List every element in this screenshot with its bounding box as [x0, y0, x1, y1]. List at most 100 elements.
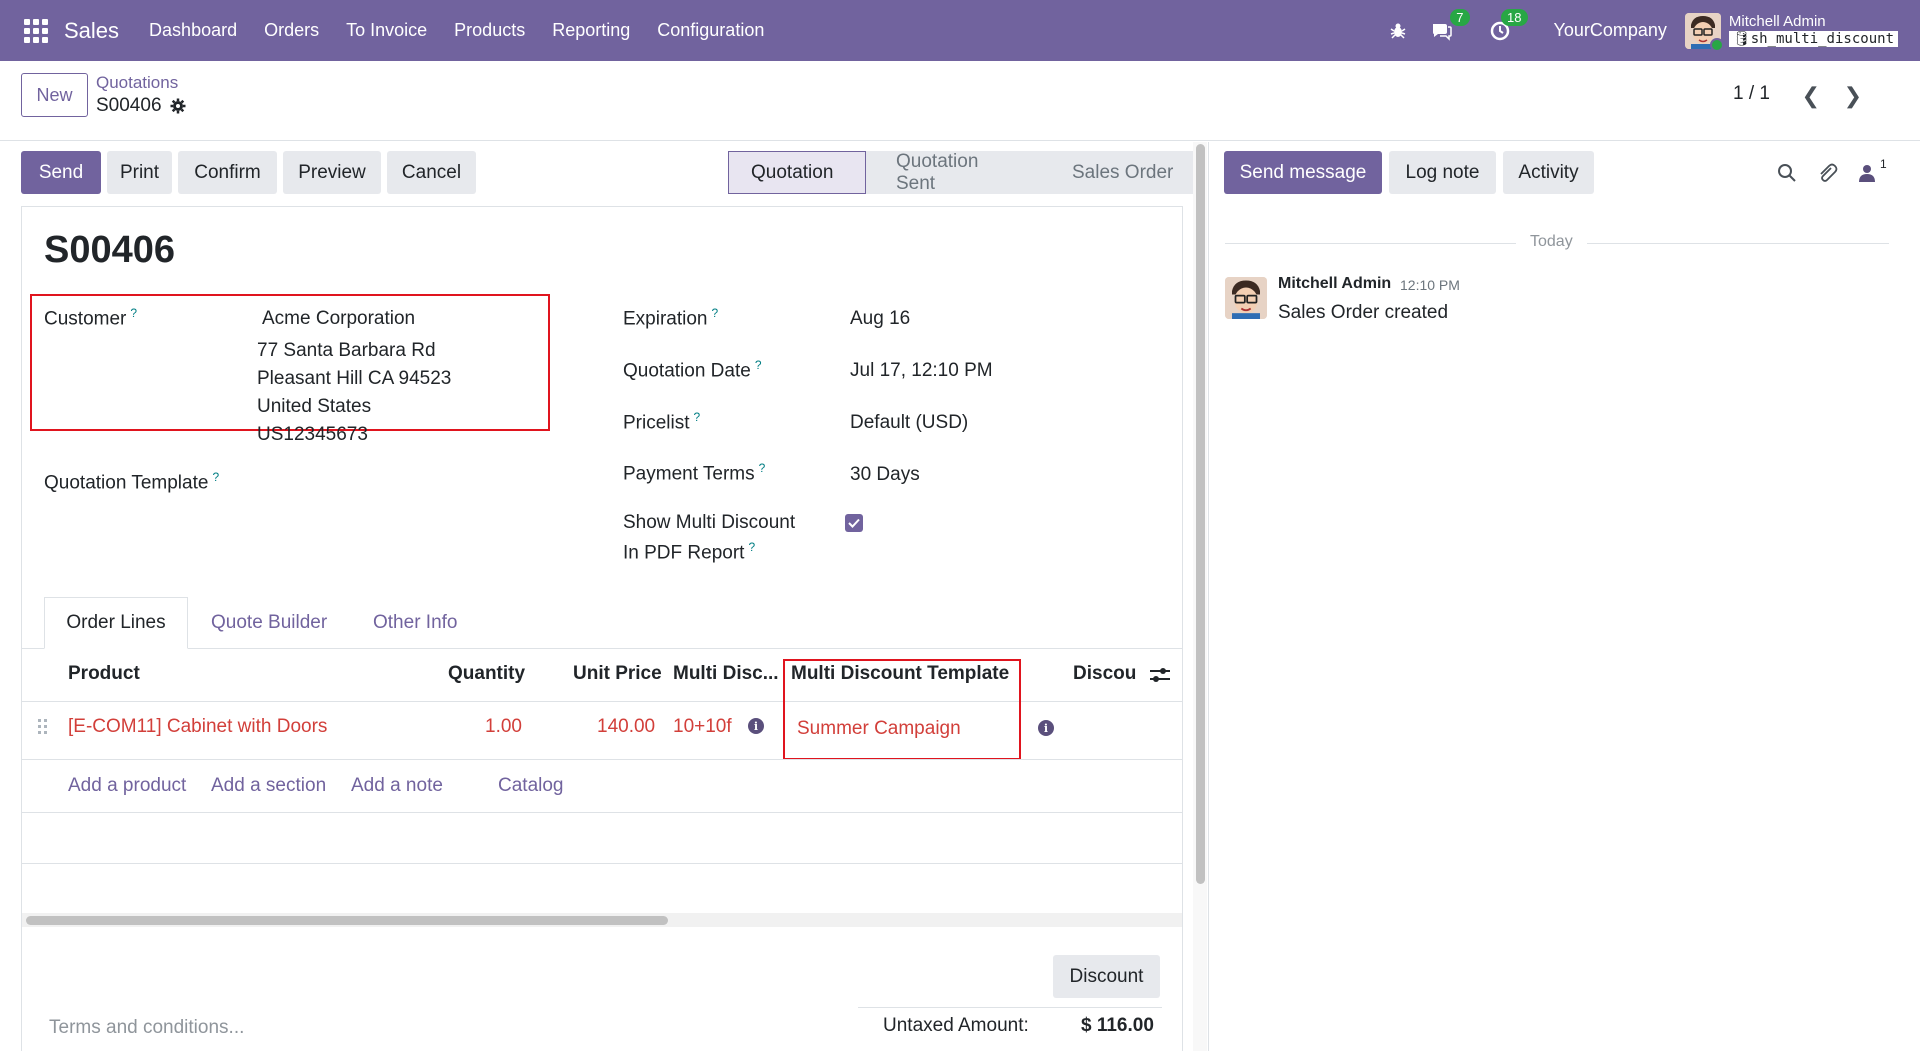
customer-name[interactable]: Acme Corporation: [262, 308, 415, 330]
stage-quotation[interactable]: Quotation: [728, 151, 866, 194]
search-icon[interactable]: [1776, 162, 1798, 184]
expiration-label: Expiration?: [623, 306, 718, 330]
customer-address-line-2: Pleasant Hill CA 94523: [257, 368, 452, 389]
confirm-button[interactable]: Confirm: [178, 151, 277, 194]
show-multi-discount-checkbox[interactable]: [845, 514, 863, 532]
optional-columns-toggle-icon[interactable]: [1149, 665, 1171, 685]
stage-sales-order[interactable]: Sales Order: [1042, 151, 1201, 194]
catalog-link[interactable]: Catalog: [498, 775, 564, 797]
followers-user-icon[interactable]: [1856, 162, 1878, 184]
expiration-field[interactable]: Aug 16: [850, 308, 910, 330]
help-icon[interactable]: ?: [759, 461, 766, 475]
line-multi-discount[interactable]: 10+10f: [673, 716, 732, 738]
info-icon[interactable]: i: [748, 718, 764, 734]
help-icon[interactable]: ?: [755, 358, 762, 372]
apps-menu-icon[interactable]: [24, 18, 48, 43]
menu-products[interactable]: Products: [454, 20, 525, 41]
help-icon[interactable]: ?: [212, 470, 219, 484]
info-icon[interactable]: i: [1038, 720, 1054, 736]
gear-icon[interactable]: [170, 98, 186, 114]
send-message-button[interactable]: Send message: [1224, 151, 1382, 194]
quotation-date-label-text: Quotation Date: [623, 360, 751, 382]
record-name: S00406: [96, 95, 162, 116]
customer-vat: US12345673: [257, 424, 368, 445]
debug-bug-icon[interactable]: [1386, 19, 1410, 43]
messages-icon[interactable]: 7: [1430, 8, 1470, 43]
menu-configuration[interactable]: Configuration: [657, 20, 764, 41]
menu-dashboard[interactable]: Dashboard: [149, 20, 237, 41]
payment-terms-label-text: Payment Terms: [623, 463, 755, 485]
send-button[interactable]: Send: [21, 151, 101, 194]
line-quantity[interactable]: 1.00: [485, 716, 522, 738]
column-multi-disc[interactable]: Multi Disc...: [673, 663, 779, 685]
menu-orders[interactable]: Orders: [264, 20, 319, 41]
print-button[interactable]: Print: [107, 151, 172, 194]
add-note-link[interactable]: Add a note: [351, 775, 443, 797]
tabs-divider: [22, 648, 1182, 649]
quotation-template-label-text: Quotation Template: [44, 472, 209, 494]
message-author-avatar: [1225, 277, 1267, 319]
activities-badge: 18: [1501, 8, 1528, 26]
company-switcher[interactable]: YourCompany: [1554, 20, 1667, 41]
control-panel: New Quotations S00406 1 / 1 ❮ ❯: [0, 61, 1920, 141]
record-name-breadcrumb: S00406: [96, 95, 186, 117]
table-horizontal-scrollbar[interactable]: [22, 913, 1182, 927]
customer-address-line-1: 77 Santa Barbara Rd: [257, 340, 436, 361]
main-menu: Dashboard Orders To Invoice Products Rep…: [149, 20, 764, 41]
help-icon[interactable]: ?: [694, 410, 701, 424]
message-body: Sales Order created: [1278, 302, 1449, 323]
pager-value[interactable]: 1 / 1: [1733, 83, 1770, 105]
menu-reporting[interactable]: Reporting: [552, 20, 630, 41]
preview-button[interactable]: Preview: [283, 151, 381, 194]
quotation-date-label: Quotation Date?: [623, 358, 762, 382]
add-product-link[interactable]: Add a product: [68, 775, 186, 797]
activities-clock-icon[interactable]: 18: [1488, 8, 1528, 43]
drag-handle-icon[interactable]: [38, 719, 47, 734]
pager-next-icon[interactable]: ❯: [1844, 83, 1862, 109]
quotation-date-field[interactable]: Jul 17, 12:10 PM: [850, 360, 993, 382]
breadcrumb-quotations[interactable]: Quotations: [96, 73, 178, 93]
tab-quote-builder[interactable]: Quote Builder: [211, 597, 327, 649]
status-bar: Quotation Quotation Sent Sales Order: [728, 151, 1201, 194]
column-discount[interactable]: Discour: [1073, 663, 1137, 685]
column-product[interactable]: Product: [68, 663, 140, 685]
user-avatar[interactable]: [1684, 12, 1724, 52]
line-multi-discount-template[interactable]: Summer Campaign: [797, 718, 961, 740]
new-button[interactable]: New: [21, 73, 88, 117]
help-icon[interactable]: ?: [130, 306, 137, 320]
table-scroll-thumb[interactable]: [26, 916, 668, 925]
line-product[interactable]: [E-COM11] Cabinet with Doors: [68, 716, 327, 738]
column-unit-price[interactable]: Unit Price: [573, 663, 662, 685]
expiration-label-text: Expiration: [623, 308, 708, 330]
user-menu[interactable]: Mitchell Admin 🛢sh_multi_discount: [1728, 14, 1898, 48]
today-label: Today: [1516, 233, 1587, 251]
stage-quotation-sent[interactable]: Quotation Sent: [866, 151, 1042, 194]
app-name[interactable]: Sales: [64, 18, 119, 44]
customer-address-line-3: United States: [257, 396, 372, 417]
table-row-divider: [22, 812, 1182, 813]
show-multi-discount-label-line2-text: In PDF Report: [623, 542, 745, 564]
tab-other-info[interactable]: Other Info: [373, 597, 458, 649]
form-scroll-thumb[interactable]: [1196, 144, 1205, 884]
help-icon[interactable]: ?: [748, 540, 755, 554]
column-quantity[interactable]: Quantity: [448, 663, 525, 685]
tab-order-lines[interactable]: Order Lines: [44, 597, 188, 649]
payment-terms-field[interactable]: 30 Days: [850, 464, 920, 486]
discount-button[interactable]: Discount: [1053, 955, 1160, 998]
add-section-link[interactable]: Add a section: [211, 775, 326, 797]
form-vertical-scrollbar[interactable]: [1193, 142, 1207, 1051]
pricelist-field[interactable]: Default (USD): [850, 412, 968, 434]
log-note-button[interactable]: Log note: [1389, 151, 1496, 194]
database-name: 🛢sh_multi_discount: [1728, 30, 1898, 48]
table-row-divider: [22, 863, 1182, 864]
activity-button[interactable]: Activity: [1503, 151, 1594, 194]
menu-to-invoice[interactable]: To Invoice: [346, 20, 427, 41]
attachment-paperclip-icon[interactable]: [1816, 162, 1838, 184]
terms-and-conditions-field[interactable]: Terms and conditions...: [49, 1017, 244, 1039]
pager-previous-icon[interactable]: ❮: [1802, 83, 1820, 109]
form-sheet: S00406 Customer? Acme Corporation 77 San…: [21, 206, 1183, 1051]
help-icon[interactable]: ?: [712, 306, 719, 320]
message-author[interactable]: Mitchell Admin: [1278, 275, 1391, 293]
cancel-button[interactable]: Cancel: [387, 151, 476, 194]
line-unit-price[interactable]: 140.00: [597, 716, 655, 738]
